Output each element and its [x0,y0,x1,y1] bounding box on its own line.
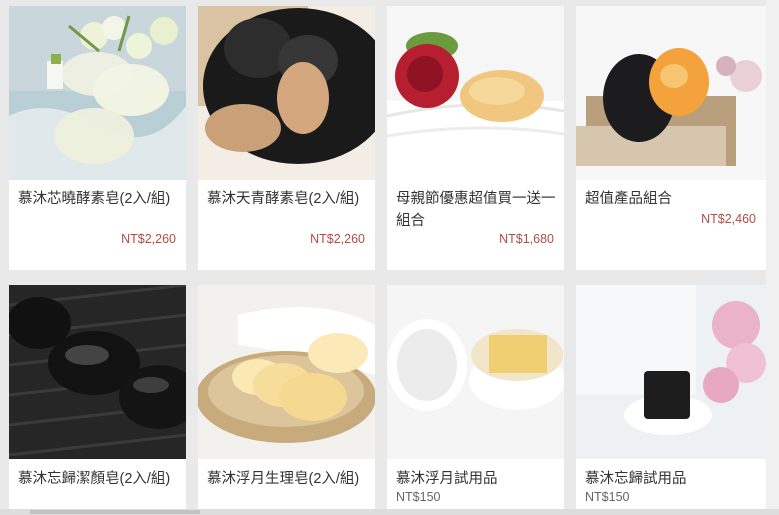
product-price: NT$2,260 [310,232,365,246]
scrollbar-thumb[interactable] [30,510,200,514]
product-image[interactable] [198,6,375,180]
product-card[interactable]: 慕沐天青酵素皂(2入/組) NT$2,260 [198,6,375,270]
product-price: NT$150 [585,490,630,504]
product-image[interactable] [198,285,375,459]
product-image[interactable] [387,6,564,180]
product-name[interactable]: 慕沐芯曉酵素皂(2入/組) [18,188,178,210]
product-card[interactable]: 慕沐芯曉酵素皂(2入/組) NT$2,260 [9,6,186,270]
product-card[interactable]: 慕沐忘歸試用品 NT$150 [576,285,766,515]
product-grid: 慕沐芯曉酵素皂(2入/組) NT$2,260 慕沐天青酵素皂(2入/組) NT$… [0,0,779,515]
product-name[interactable]: 慕沐浮月試用品 [396,468,556,490]
product-image[interactable] [576,285,766,459]
product-price: NT$2,260 [121,232,176,246]
product-name[interactable]: 母親節優惠超值買一送一組合 [396,188,556,232]
product-price: NT$1,680 [499,232,554,246]
product-card[interactable]: 慕沐浮月生理皂(2入/組) [198,285,375,515]
product-card[interactable]: 慕沐浮月試用品 NT$150 [387,285,564,515]
product-price: NT$2,460 [701,212,756,226]
product-card[interactable]: 慕沐忘歸潔顏皂(2入/組) [9,285,186,515]
product-image[interactable] [576,6,766,180]
product-name[interactable]: 慕沐忘歸試用品 [585,468,758,490]
product-name[interactable]: 慕沐浮月生理皂(2入/組) [207,468,367,490]
product-name[interactable]: 慕沐天青酵素皂(2入/組) [207,188,367,210]
product-name[interactable]: 超值產品組合 [585,188,758,210]
product-card[interactable]: 母親節優惠超值買一送一組合 NT$1,680 [387,6,564,270]
product-image[interactable] [9,6,186,180]
product-card[interactable]: 超值產品組合 NT$2,460 [576,6,766,270]
product-image[interactable] [9,285,186,459]
horizontal-scrollbar[interactable] [0,509,779,515]
product-image[interactable] [387,285,564,459]
product-price: NT$150 [396,490,441,504]
product-name[interactable]: 慕沐忘歸潔顏皂(2入/組) [18,468,178,490]
vertical-scrollbar[interactable] [766,0,779,515]
